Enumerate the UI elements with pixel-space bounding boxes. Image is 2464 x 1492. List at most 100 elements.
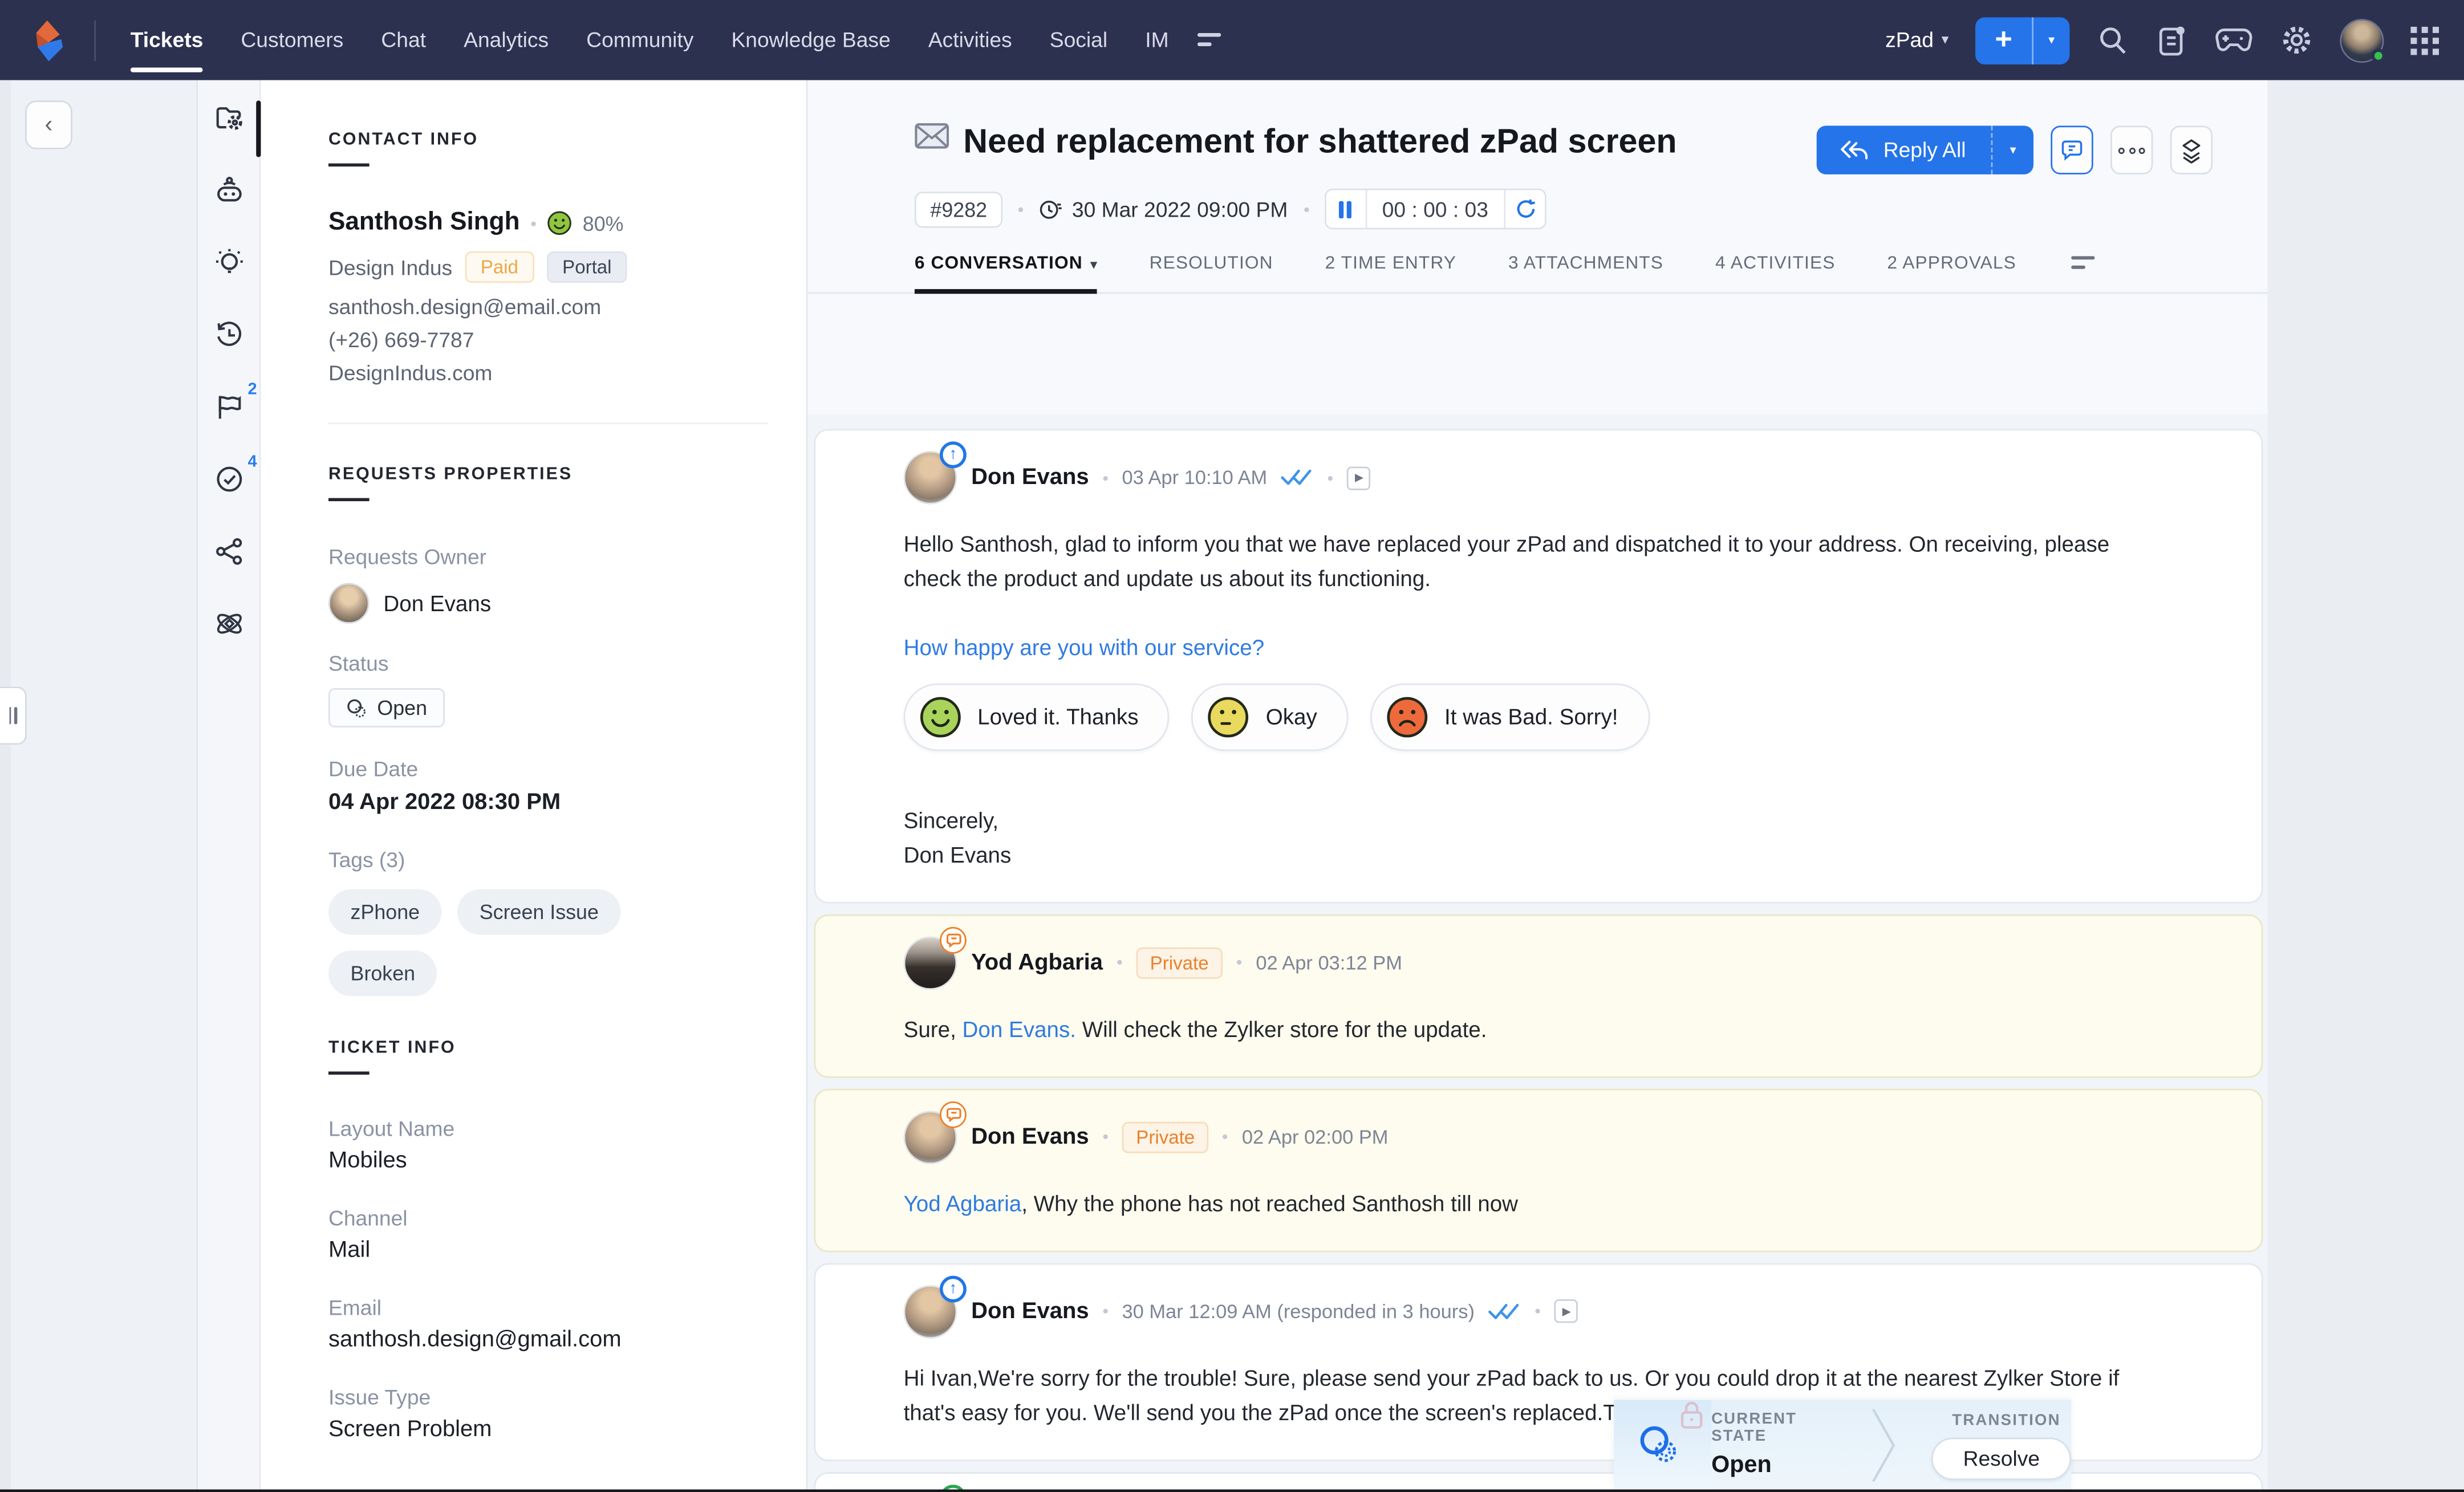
survey-bad-button[interactable]: It was Bad. Sorry! [1371, 684, 1650, 751]
comment-button[interactable] [2051, 125, 2093, 174]
more-actions-button[interactable] [2110, 125, 2153, 174]
search-icon[interactable] [2096, 23, 2129, 56]
gamescope-icon[interactable] [2214, 27, 2254, 54]
department-selector[interactable]: zPad ▾ [1885, 29, 1949, 52]
channel-label: Channel [328, 1206, 769, 1230]
timer-pause-button[interactable] [1326, 191, 1367, 229]
tab-activities[interactable]: 4 ACTIVITIES [1715, 255, 1836, 293]
panel-resize-handle[interactable] [0, 686, 27, 745]
issue-type-value[interactable]: Screen Problem [328, 1417, 769, 1442]
settings-gear-icon[interactable] [2280, 23, 2313, 56]
tab-attachments[interactable]: 3 ATTACHMENTS [1508, 255, 1663, 293]
nav-item-chat[interactable]: Chat [362, 0, 445, 80]
integrations-atom-icon[interactable] [213, 608, 244, 639]
tab-resolution[interactable]: RESOLUTION [1150, 255, 1273, 293]
zia-bot-icon[interactable] [213, 174, 244, 206]
resolve-transition-button[interactable]: Resolve [1931, 1438, 2071, 1480]
nav-item-customers[interactable]: Customers [222, 0, 362, 80]
nav-item-tickets[interactable]: Tickets [112, 0, 222, 80]
flag-icon[interactable]: 2 [213, 391, 244, 422]
share-icon[interactable] [213, 536, 244, 567]
message-author[interactable]: Don Evans [971, 1299, 1089, 1324]
history-icon[interactable] [213, 319, 244, 350]
tag-pill[interactable]: zPhone [328, 889, 442, 935]
tab-label: 6 CONVERSATION [915, 255, 1083, 274]
message-author[interactable]: Don Evans [971, 465, 1089, 490]
release-notes-icon[interactable] [2156, 23, 2187, 58]
channel-value[interactable]: Mail [328, 1238, 769, 1263]
contact-phone[interactable]: (+26) 669-7787 [328, 328, 769, 352]
nav-item-activities[interactable]: Activities [910, 0, 1031, 80]
nav-menu: Tickets Customers Chat Analytics Communi… [112, 0, 1223, 80]
nav-item-analytics[interactable]: Analytics [445, 0, 567, 80]
nav-item-im[interactable]: IM [1126, 0, 1187, 80]
tab-time-entry[interactable]: 2 TIME ENTRY [1325, 255, 1456, 293]
conversation-list[interactable]: ↑ Don Evans 03 Apr 10:10 AM ▶ Hello Sant… [807, 415, 2267, 1492]
contact-info-title: CONTACT INFO [328, 131, 769, 166]
ticket-properties-icon[interactable] [213, 102, 244, 133]
layout-name-value[interactable]: Mobiles [328, 1148, 769, 1173]
sad-face-icon [1386, 696, 1428, 738]
survey-okay-button[interactable]: Okay [1192, 684, 1349, 751]
collapse-back-button[interactable]: ‹ [25, 100, 72, 149]
mention-link[interactable]: Don Evans. [963, 1016, 1076, 1041]
status-open-icon [346, 697, 368, 719]
tab-conversation[interactable]: 6 CONVERSATION ▾ [915, 255, 1098, 293]
blueprint-state-icon[interactable] [1638, 1424, 1682, 1467]
outgoing-reply-badge-icon: ↑ [940, 441, 967, 468]
quick-add-button[interactable]: + ▾ [1975, 17, 2069, 64]
message-author[interactable]: Yod Agbaria [971, 950, 1103, 975]
created-time-icon [1039, 198, 1062, 221]
tag-pill[interactable]: Broken [328, 950, 437, 996]
private-badge: Private [1122, 1121, 1209, 1153]
mention-link[interactable]: Yod Agbaria [904, 1190, 1022, 1215]
nav-item-social[interactable]: Social [1031, 0, 1127, 80]
status-badge[interactable]: Open [328, 688, 444, 727]
current-state-value: Open [1711, 1452, 1818, 1478]
message-author[interactable]: Don Evans [971, 1124, 1089, 1149]
tab-label: 2 TIME ENTRY [1325, 255, 1456, 274]
contact-website[interactable]: DesignIndus.com [328, 361, 769, 385]
nav-item-knowledge-base[interactable]: Knowledge Base [712, 0, 909, 80]
timer-reset-icon[interactable] [1504, 191, 1545, 229]
tabs-overflow-icon[interactable] [2071, 257, 2096, 291]
contact-name[interactable]: Santhosh Singh [328, 209, 520, 238]
add-icon[interactable]: + [1975, 17, 2033, 64]
due-date-value[interactable]: 04 Apr 2022 08:30 PM [328, 790, 769, 815]
add-menu-caret-icon[interactable]: ▾ [2033, 17, 2069, 64]
ticket-info-title: TICKET INFO [328, 1039, 769, 1075]
contact-email[interactable]: santhosh.design@email.com [328, 295, 769, 319]
department-label: zPad [1885, 29, 1934, 52]
idea-bulb-icon[interactable] [213, 247, 244, 278]
dot-separator [1018, 207, 1023, 212]
requests-owner-row[interactable]: Don Evans [328, 583, 769, 624]
more-modules-icon[interactable] [1197, 32, 1222, 48]
account-name[interactable]: Design Indus [328, 255, 452, 279]
tag-pill[interactable]: Screen Issue [457, 889, 620, 935]
dot-separator [1223, 1135, 1228, 1139]
outgoing-reply-badge-icon: ↑ [940, 1275, 967, 1302]
zoho-desk-logo-icon[interactable] [29, 18, 70, 62]
ticket-queue-button[interactable] [2170, 125, 2213, 174]
ticket-id-badge[interactable]: #9282 [915, 192, 1003, 227]
nav-item-community[interactable]: Community [567, 0, 712, 80]
tab-caret-icon: ▾ [1090, 258, 1097, 272]
survey-question-link[interactable]: How happy are you with our service? [904, 635, 2167, 660]
reply-options-caret-icon[interactable]: ▾ [1992, 125, 2033, 174]
expand-message-icon[interactable]: ▶ [1347, 466, 1371, 489]
avatar [904, 936, 957, 990]
portal-badge: Portal [547, 251, 628, 283]
survey-loved-it-button[interactable]: Loved it. Thanks [904, 684, 1170, 751]
apps-grid-icon[interactable] [2410, 26, 2439, 54]
expand-message-icon[interactable]: ▶ [1555, 1299, 1578, 1323]
user-avatar[interactable] [2340, 18, 2384, 62]
approvals-icon[interactable]: 4 [213, 464, 244, 495]
email-value[interactable]: santhosh.design@gmail.com [328, 1328, 769, 1353]
reply-all-button[interactable]: Reply All ▾ [1817, 125, 2033, 174]
collapsed-list-panel: ‹ [11, 80, 198, 1492]
dot-separator [1103, 1309, 1107, 1314]
rail-active-indicator [256, 100, 261, 157]
delivered-double-check-icon [1281, 468, 1314, 487]
tab-approvals[interactable]: 2 APPROVALS [1887, 255, 2016, 293]
dot-separator [1329, 475, 1333, 480]
